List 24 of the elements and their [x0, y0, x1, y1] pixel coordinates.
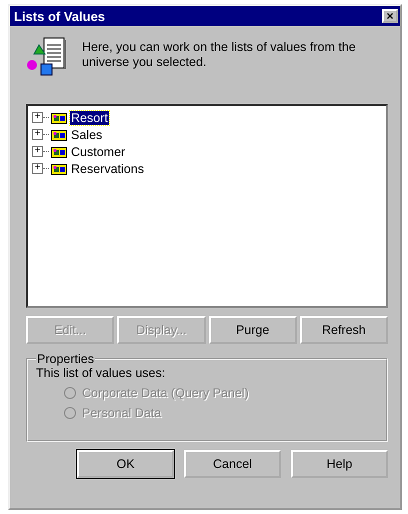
action-button[interactable]: Purge [208, 316, 297, 344]
folder-icon [51, 128, 67, 140]
expand-toggle[interactable]: + [32, 129, 43, 140]
dialog-button[interactable]: Cancel [184, 450, 281, 478]
group-title: Properties [36, 352, 95, 366]
expand-toggle[interactable]: + [32, 163, 43, 174]
tree-item[interactable]: Sales [70, 128, 104, 142]
option-label: Corporate Data (Query Panel) [82, 386, 249, 400]
expand-toggle[interactable]: + [32, 146, 43, 157]
option-label: Personal Data [82, 406, 162, 420]
window-title: Lists of Values [14, 8, 106, 24]
folder-icon [51, 146, 67, 158]
tree-item[interactable]: Reservations [70, 162, 145, 176]
folder-icon [51, 112, 67, 124]
caption-text: This list of values uses: [36, 366, 166, 380]
intro-text: Here, you can work on the lists of values from the universe you selected. [82, 40, 357, 70]
expand-toggle[interactable]: + [32, 112, 43, 123]
dialog-button[interactable]: OK [77, 450, 174, 478]
folder-icon [51, 162, 67, 174]
tree-item[interactable]: Resort [70, 110, 109, 124]
close-button[interactable]: × [382, 9, 398, 23]
tree-item[interactable]: Customer [70, 144, 126, 158]
action-button[interactable]: Refresh [300, 316, 388, 344]
dialog-button[interactable]: Help [291, 450, 388, 478]
